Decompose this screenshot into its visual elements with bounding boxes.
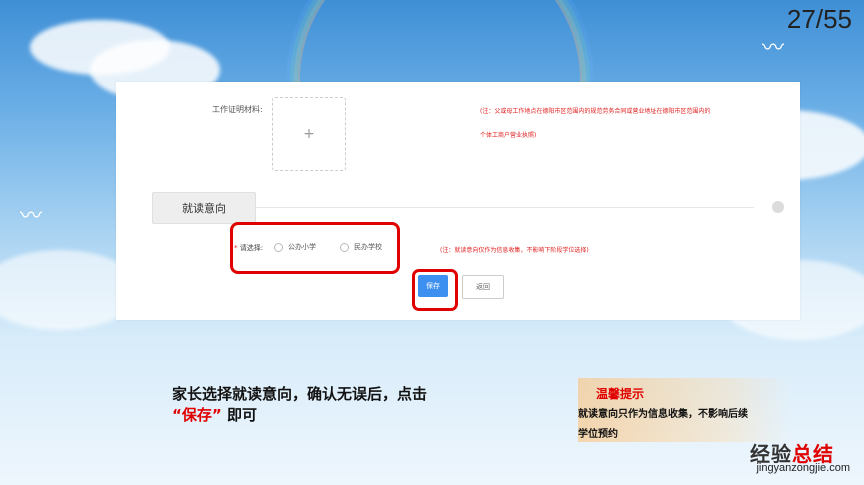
radio-label: 公办小学 xyxy=(288,243,316,251)
required-mark: * xyxy=(234,244,238,252)
page-number: 27/55 xyxy=(786,4,852,34)
bird-icon: 〰 xyxy=(762,36,785,61)
section-tab-enrollment-intent[interactable]: 就读意向 xyxy=(152,192,256,224)
upload-box[interactable]: + xyxy=(272,97,346,171)
instruction-quote-close: ” xyxy=(211,406,222,424)
work-proof-label: 工作证明材料: xyxy=(212,105,263,114)
section-divider xyxy=(254,207,754,208)
plus-icon: + xyxy=(303,126,315,142)
bird-icon: 〰 xyxy=(20,204,43,229)
section-dot xyxy=(772,201,784,213)
instruction-line1: 家长选择就读意向，确认无误后，点击 xyxy=(172,385,428,403)
radio-circle xyxy=(340,242,349,252)
select-note: (注：就读意向仅作为信息收集，不影响下阶段学位选择) xyxy=(440,247,589,254)
instruction-text: 家长选择就读意向，确认无误后，点击 “保存” 即可 xyxy=(172,384,427,426)
back-button[interactable]: 返回 xyxy=(462,275,504,299)
tip-title: 温馨提示 xyxy=(596,387,645,401)
instruction-line2: “保存” 即可 xyxy=(172,405,427,426)
select-label-text: 请选择: xyxy=(239,244,264,252)
select-label: * 请选择: xyxy=(234,243,263,253)
radio-circle xyxy=(274,242,283,252)
save-button[interactable]: 保存 xyxy=(418,275,448,297)
instruction-tail: 即可 xyxy=(226,406,257,424)
work-note-line1: (注：父或母工作地点在德阳市区范围内的规范劳务合同或营业地址在德阳市区范围内的 xyxy=(480,108,711,115)
tip-line1: 就读意向只作为信息收集，不影响后续 xyxy=(578,409,748,420)
form-panel: 工作证明材料: + (注：父或母工作地点在德阳市区范围内的规范劳务合同或营业地址… xyxy=(116,82,800,320)
radio-private-school[interactable]: 民办学校 xyxy=(340,242,382,252)
work-note-line2: 个体工商户营业执照) xyxy=(480,132,537,139)
watermark-url: jingyanzongjie.com xyxy=(756,462,850,474)
radio-label: 民办学校 xyxy=(354,243,382,251)
instruction-highlight: 保存 xyxy=(181,406,212,424)
instruction-quote-open: “ xyxy=(172,406,182,424)
radio-public-school[interactable]: 公办小学 xyxy=(274,242,316,252)
